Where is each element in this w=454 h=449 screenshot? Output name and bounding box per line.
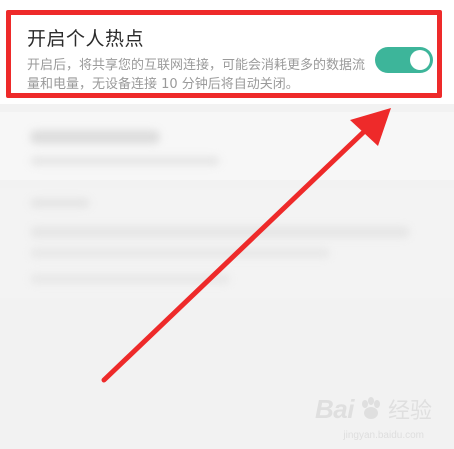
watermark-logo: Bai [315,393,354,424]
watermark-text: 经验 [387,399,432,424]
watermark-url: jingyan.baidu.com [343,430,424,441]
blurred-section-1 [0,112,454,180]
blurred-section-2 [0,188,454,298]
baidu-jingyan-watermark: Bai 经验 [315,393,432,425]
screen: 开启个人热点 开启后，将共享您的互联网连接，可能会消耗更多的数据流量和电量，无设… [0,0,454,449]
paw-icon [361,397,380,419]
highlight-box [6,10,442,98]
